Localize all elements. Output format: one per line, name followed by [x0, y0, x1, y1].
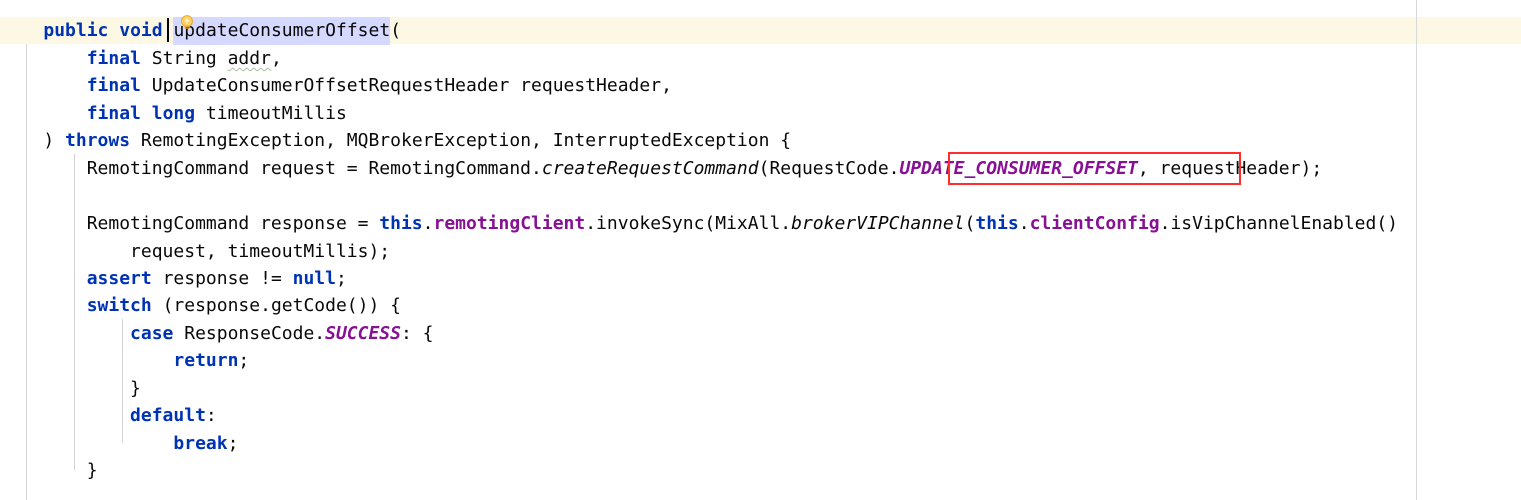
token: RemotingException, MQBrokerException, In…	[130, 130, 792, 151]
token: assert	[86, 268, 152, 289]
code-line-9[interactable]: request, timeoutMillis);	[0, 238, 390, 266]
code-line-4[interactable]: final long timeoutMillis	[0, 100, 347, 128]
token: break	[173, 433, 228, 454]
token: SUCCESS	[325, 323, 401, 344]
token: String	[140, 48, 228, 69]
token: switch	[86, 295, 152, 316]
token: ;	[227, 433, 239, 454]
token: ,	[270, 48, 282, 69]
code-line-16[interactable]: break;	[0, 430, 238, 458]
token: }	[0, 378, 141, 399]
code-line-17[interactable]: }	[0, 457, 98, 485]
token: request, timeoutMillis);	[0, 241, 391, 262]
token: UPDATE_CONSUMER_OFFSET	[899, 158, 1138, 179]
code-line-15[interactable]: default:	[0, 402, 217, 430]
token: createRequestCommand	[541, 158, 759, 179]
code-line-8[interactable]: RemotingCommand response = this.remoting…	[0, 210, 1398, 238]
token: ResponseCode.	[173, 323, 326, 344]
token: timeoutMillis	[195, 103, 347, 124]
token: (	[390, 20, 402, 41]
token: response !=	[151, 268, 293, 289]
token: final	[86, 103, 141, 124]
code-line-11[interactable]: switch (response.getCode()) {	[0, 292, 401, 320]
code-line-6[interactable]: RemotingCommand request = RemotingComman…	[0, 155, 1322, 183]
token: this	[975, 213, 1019, 234]
token: }	[0, 460, 98, 481]
code-line-1[interactable]: public void updateConsumerOffset(	[0, 17, 401, 45]
token: .isVipChannelEnabled()	[1159, 213, 1399, 234]
token: long	[151, 103, 196, 124]
code-editor[interactable]: public void updateConsumerOffset( final …	[0, 0, 1521, 500]
token: return	[173, 350, 239, 371]
token: default	[130, 405, 206, 426]
token: throws	[65, 130, 131, 151]
code-line-14[interactable]: }	[0, 375, 141, 403]
lightbulb-icon[interactable]	[178, 13, 196, 31]
token: final	[86, 75, 141, 96]
text-caret	[167, 18, 169, 42]
token: addr	[227, 48, 271, 69]
token: .invokeSync(MixAll.	[585, 213, 792, 234]
right-margin-guide	[1416, 0, 1417, 500]
code-line-2[interactable]: final String addr,	[0, 45, 282, 73]
token: (	[964, 213, 976, 234]
token: .	[1018, 213, 1030, 234]
token: RemotingCommand request = RemotingComman…	[0, 158, 542, 179]
token: .	[422, 213, 434, 234]
token: public	[43, 20, 109, 41]
code-line-5[interactable]: ) throws RemotingException, MQBrokerExce…	[0, 127, 791, 155]
token: case	[130, 323, 174, 344]
token: brokerVIPChannel	[791, 213, 965, 234]
token: clientConfig	[1029, 213, 1160, 234]
token: , requestHeader);	[1137, 158, 1323, 179]
token: : {	[400, 323, 434, 344]
token: UpdateConsumerOffsetRequestHeader reques…	[140, 75, 672, 96]
token: null	[292, 268, 336, 289]
token: ;	[335, 268, 347, 289]
code-line-12[interactable]: case ResponseCode.SUCCESS: {	[0, 320, 434, 348]
code-line-13[interactable]: return;	[0, 347, 249, 375]
code-line-3[interactable]: final UpdateConsumerOffsetRequestHeader …	[0, 72, 672, 100]
token: (RequestCode.	[758, 158, 900, 179]
token: final	[86, 48, 141, 69]
code-line-10[interactable]: assert response != null;	[0, 265, 347, 293]
token: )	[0, 130, 66, 151]
token: updateConsumerOffset	[173, 17, 391, 45]
token: void	[119, 20, 163, 41]
token: remotingClient	[433, 213, 586, 234]
token: :	[205, 405, 217, 426]
token: RemotingCommand response =	[0, 213, 380, 234]
token: (response.getCode()) {	[151, 295, 401, 316]
token: this	[379, 213, 423, 234]
token: ;	[238, 350, 250, 371]
